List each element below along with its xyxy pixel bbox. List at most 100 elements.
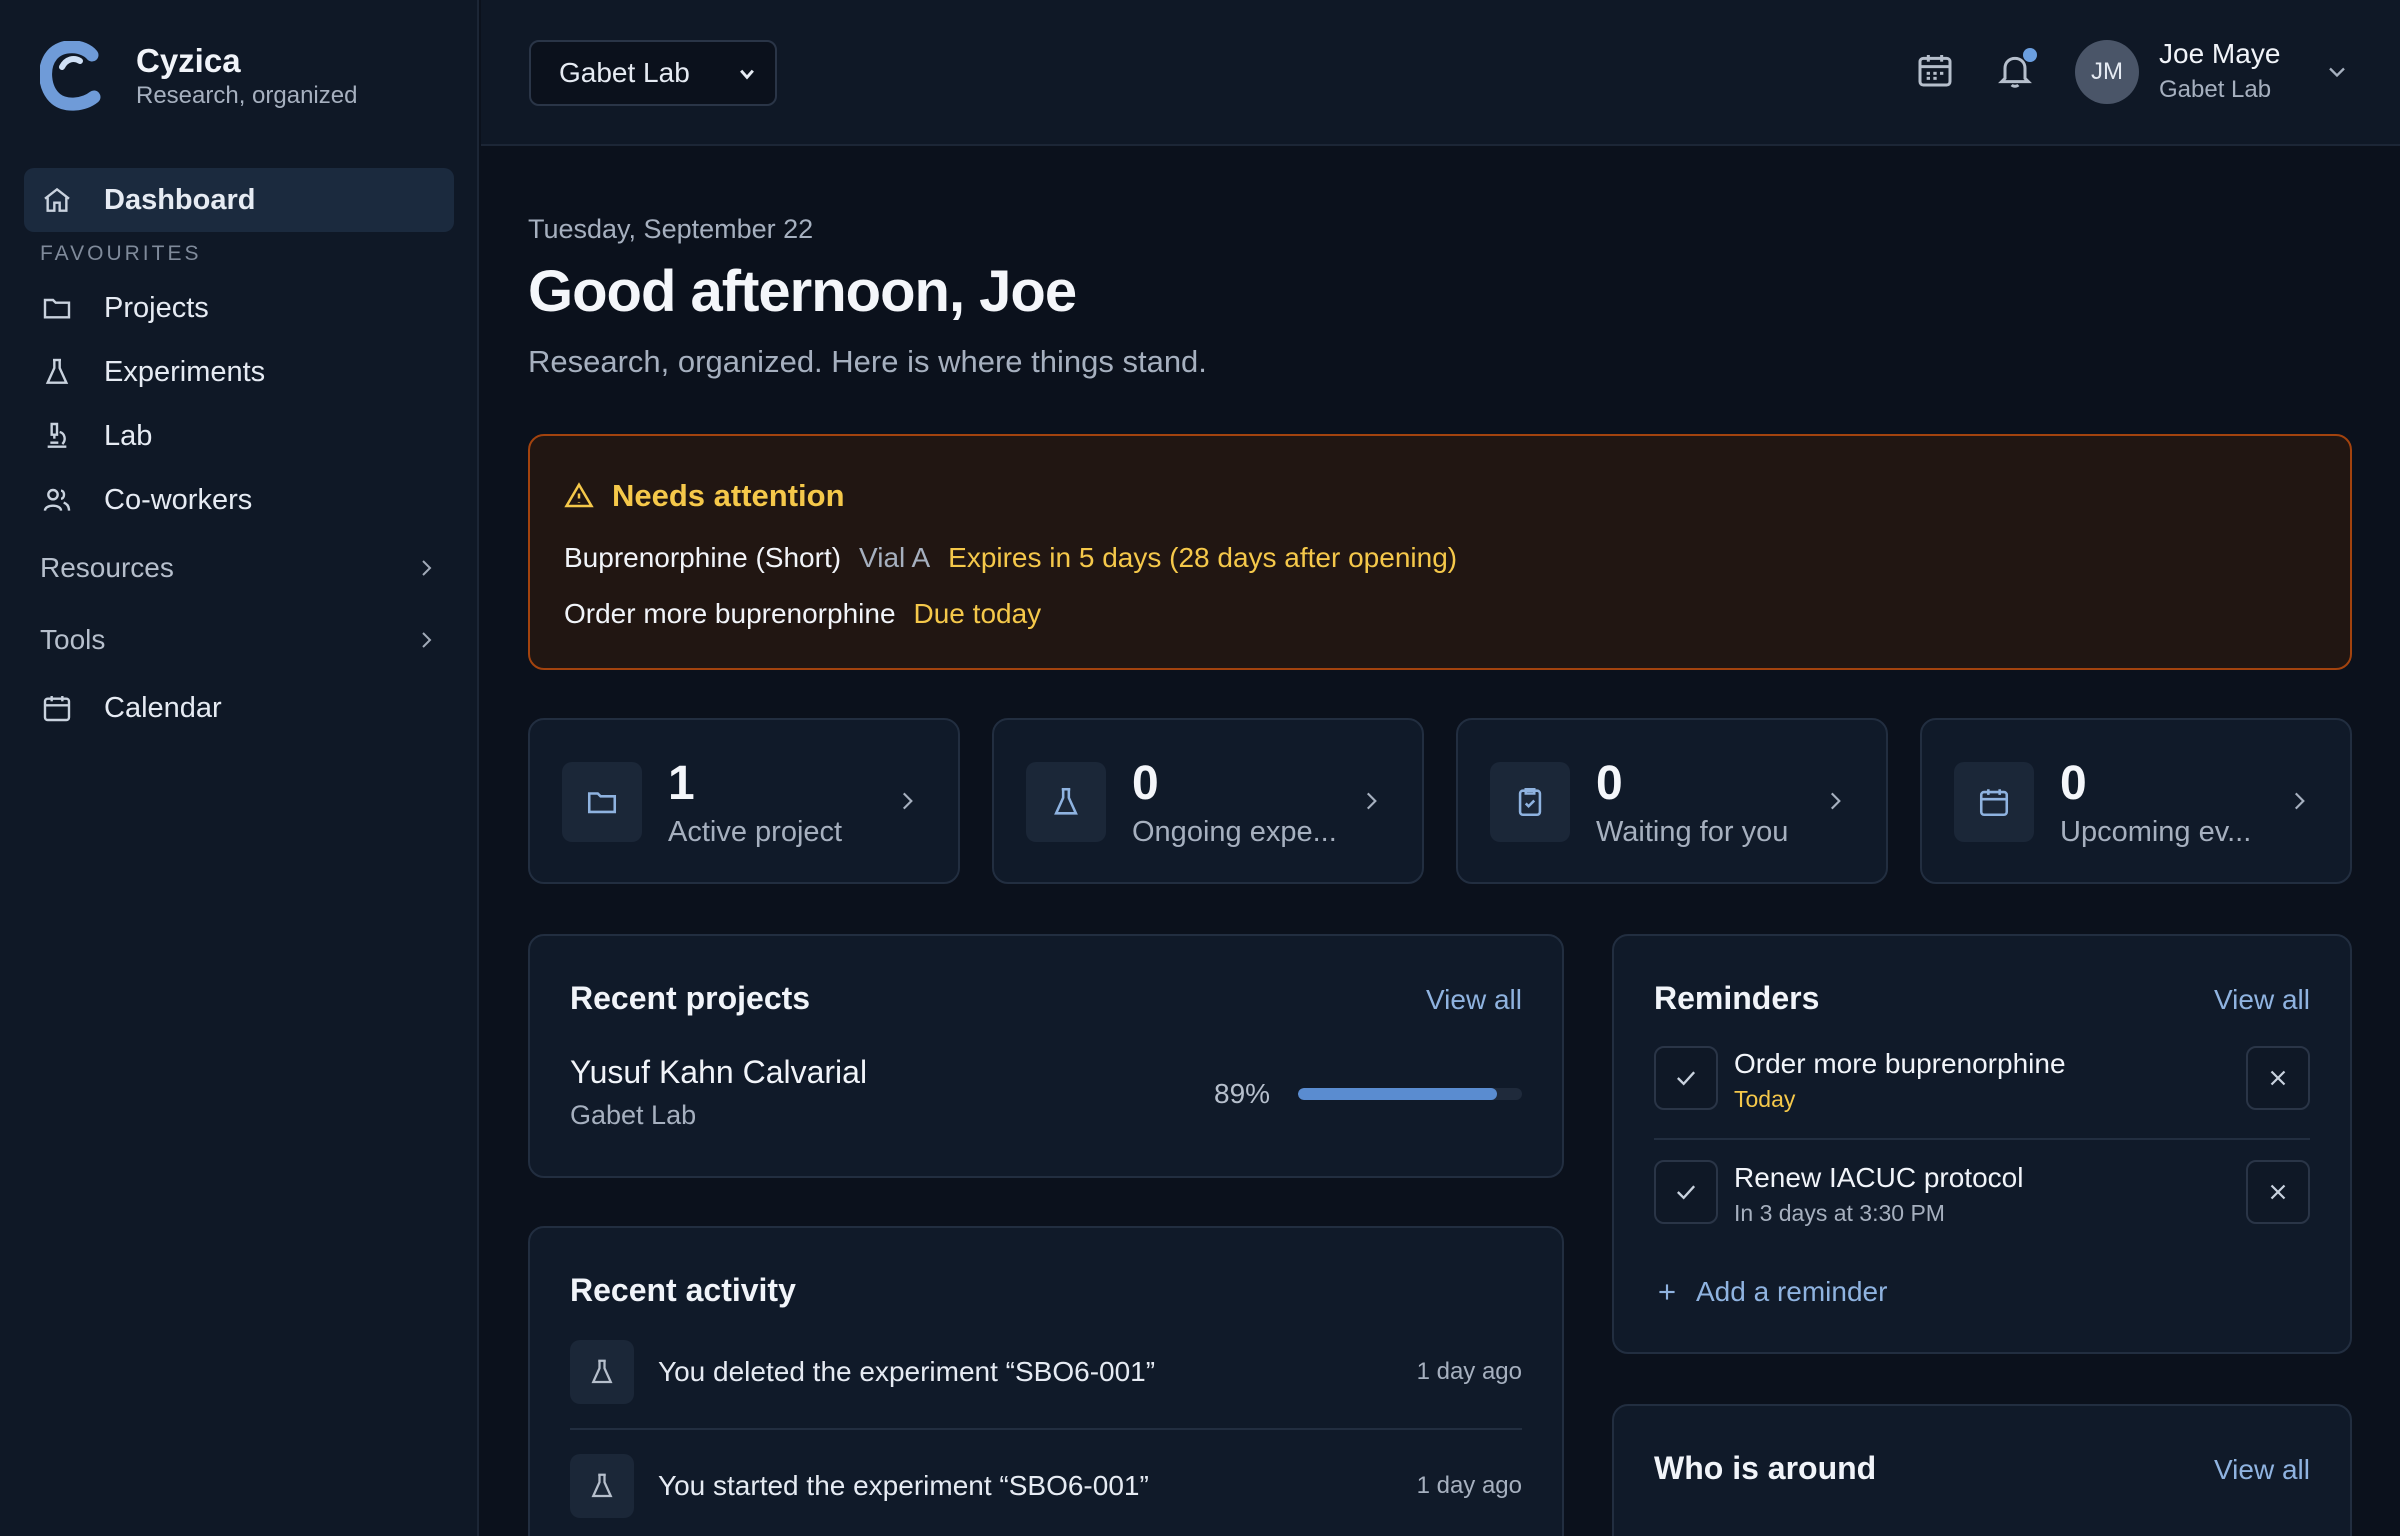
- complete-reminder-button[interactable]: [1654, 1160, 1718, 1224]
- attention-item-name: Order more buprenorphine: [564, 598, 896, 629]
- project-progress-fill: [1298, 1088, 1498, 1100]
- reminder-title: Order more buprenorphine: [1734, 1048, 2066, 1079]
- current-date: Tuesday, September 22: [528, 214, 814, 244]
- activity-time: 1 day ago: [1416, 1358, 1522, 1385]
- sidebar-item-label: Projects: [104, 291, 209, 324]
- dismiss-reminder-button[interactable]: [2246, 1046, 2310, 1110]
- stat-label: Upcoming ev...: [2060, 816, 2252, 848]
- sidebar-item-calendar[interactable]: Calendar: [24, 676, 454, 740]
- stat-label: Active project: [668, 816, 843, 848]
- stat-card-waiting-for-you[interactable]: 0 Waiting for you: [1456, 718, 1888, 884]
- close-icon: [2270, 1184, 2286, 1200]
- card-title: Reminders: [1654, 980, 1820, 1016]
- activity-item[interactable]: You deleted the experiment “SBO6-001” 1 …: [570, 1340, 1522, 1404]
- sidebar-item-lab[interactable]: Lab: [24, 404, 454, 468]
- attention-item[interactable]: Buprenorphine (Short) Vial A Expires in …: [564, 542, 1457, 574]
- users-icon: [40, 483, 74, 517]
- brand[interactable]: Cyzica Research, organized: [40, 36, 357, 116]
- stat-card-ongoing-experiments[interactable]: 0 Ongoing expe...: [992, 718, 1424, 884]
- chevron-right-icon: [422, 560, 432, 576]
- activity-text: You deleted the experiment “SBO6-001”: [658, 1356, 1156, 1387]
- reminder-when: In 3 days at 3:30 PM: [1734, 1200, 1945, 1226]
- project-progress-label: 89%: [1214, 1078, 1271, 1109]
- needs-attention-panel: Needs attention Buprenorphine (Short) Vi…: [528, 434, 2352, 670]
- notifications-button[interactable]: [1995, 48, 2039, 94]
- stat-card-active-projects[interactable]: 1 Active project: [528, 718, 960, 884]
- add-reminder-button[interactable]: Add a reminder: [1654, 1276, 1887, 1308]
- sidebar-item-label: Calendar: [104, 691, 222, 724]
- activity-item[interactable]: You started the experiment “SBO6-001” 1 …: [570, 1454, 1522, 1518]
- clipboard-check-icon: [1490, 762, 1570, 842]
- stat-card-upcoming-events[interactable]: 0 Upcoming ev...: [1920, 718, 2352, 884]
- lab-select[interactable]: Gabet Lab: [529, 40, 777, 106]
- folder-icon: [562, 762, 642, 842]
- flask-icon: [1026, 762, 1106, 842]
- attention-item-detail: Vial A: [859, 542, 931, 573]
- sidebar-item-dashboard[interactable]: Dashboard: [24, 168, 454, 232]
- brand-name: Cyzica: [136, 42, 241, 79]
- dismiss-reminder-button[interactable]: [2246, 1160, 2310, 1224]
- chevron-right-icon: [422, 632, 432, 648]
- check-icon: [1677, 1071, 1696, 1086]
- needs-attention-title: Needs attention: [564, 478, 845, 514]
- stat-value: 0: [1596, 757, 1623, 810]
- user-name: Joe Maye: [2159, 38, 2281, 69]
- complete-reminder-button[interactable]: [1654, 1046, 1718, 1110]
- sidebar: Cyzica Research, organized Dashboard FAV…: [0, 0, 479, 1536]
- reminder-title: Renew IACUC protocol: [1734, 1162, 2024, 1193]
- microscope-icon: [40, 419, 74, 453]
- view-all-projects-link[interactable]: View all: [1426, 984, 1522, 1016]
- chevron-right-icon: [894, 788, 922, 816]
- view-all-people-link[interactable]: View all: [2214, 1454, 2310, 1486]
- stat-value: 1: [668, 757, 695, 810]
- sidebar-group-tools[interactable]: Tools: [24, 604, 454, 676]
- page-title: Good afternoon, Joe: [528, 259, 1077, 324]
- project-name[interactable]: Yusuf Kahn Calvarial: [570, 1054, 867, 1091]
- flask-icon: [40, 355, 74, 389]
- card-title: Recent activity: [570, 1272, 796, 1308]
- user-menu-button[interactable]: [2323, 58, 2353, 88]
- chevron-right-icon: [1358, 788, 1386, 816]
- warning-icon: [564, 482, 594, 508]
- recent-activity-card: Recent activity You deleted the experime…: [528, 1226, 1564, 1536]
- reminder-item: Order more buprenorphine Today: [1654, 1046, 2310, 1114]
- attention-item[interactable]: Order more buprenorphine Due today: [564, 598, 1041, 630]
- sidebar-item-projects[interactable]: Projects: [24, 276, 454, 340]
- avatar[interactable]: JM: [2075, 40, 2139, 104]
- stat-label: Ongoing expe...: [1132, 816, 1337, 848]
- sidebar-group-label: Resources: [40, 552, 174, 583]
- reminders-card: Reminders View all Order more buprenorph…: [1612, 934, 2352, 1354]
- calendar-icon: [1918, 55, 1952, 87]
- activity-time: 1 day ago: [1416, 1472, 1522, 1499]
- home-icon: [40, 183, 74, 217]
- reminder-item: Renew IACUC protocol In 3 days at 3:30 P…: [1654, 1160, 2310, 1228]
- divider: [1654, 1138, 2310, 1140]
- user-lab: Gabet Lab: [2159, 76, 2272, 103]
- sidebar-item-label: Experiments: [104, 355, 266, 388]
- calendar-icon: [40, 691, 74, 725]
- sidebar-section-favourites: FAVOURITES: [40, 242, 202, 265]
- sidebar-nav: Dashboard FAVOURITES Projects Experiment…: [24, 168, 454, 740]
- project-lab: Gabet Lab: [570, 1100, 697, 1130]
- check-icon: [1677, 1185, 1696, 1200]
- stat-label: Waiting for you: [1596, 816, 1789, 848]
- flask-icon: [570, 1340, 634, 1404]
- sidebar-group-resources[interactable]: Resources: [24, 532, 454, 604]
- calendar-button[interactable]: [1915, 50, 1959, 94]
- chevron-down-icon: [740, 69, 754, 80]
- sidebar-item-experiments[interactable]: Experiments: [24, 340, 454, 404]
- page-subtitle: Research, organized. Here is where thing…: [528, 344, 1207, 379]
- stat-value: 0: [1132, 757, 1159, 810]
- sidebar-item-co-workers[interactable]: Co-workers: [24, 468, 454, 532]
- divider: [570, 1428, 1522, 1430]
- sidebar-group-label: Tools: [40, 624, 106, 655]
- brand-tagline: Research, organized: [136, 82, 358, 109]
- who-is-around-card: Who is around View all: [1612, 1404, 2352, 1536]
- cyzica-logo-icon: [40, 41, 101, 111]
- sidebar-item-label: Co-workers: [104, 483, 253, 516]
- sidebar-item-label: Lab: [104, 419, 153, 452]
- view-all-reminders-link[interactable]: View all: [2214, 984, 2310, 1016]
- reminder-when: Today: [1734, 1086, 1796, 1112]
- top-bar: Gabet Lab JM Joe Maye Gabet Lab: [481, 0, 2400, 146]
- card-title: Who is around: [1654, 1450, 1877, 1486]
